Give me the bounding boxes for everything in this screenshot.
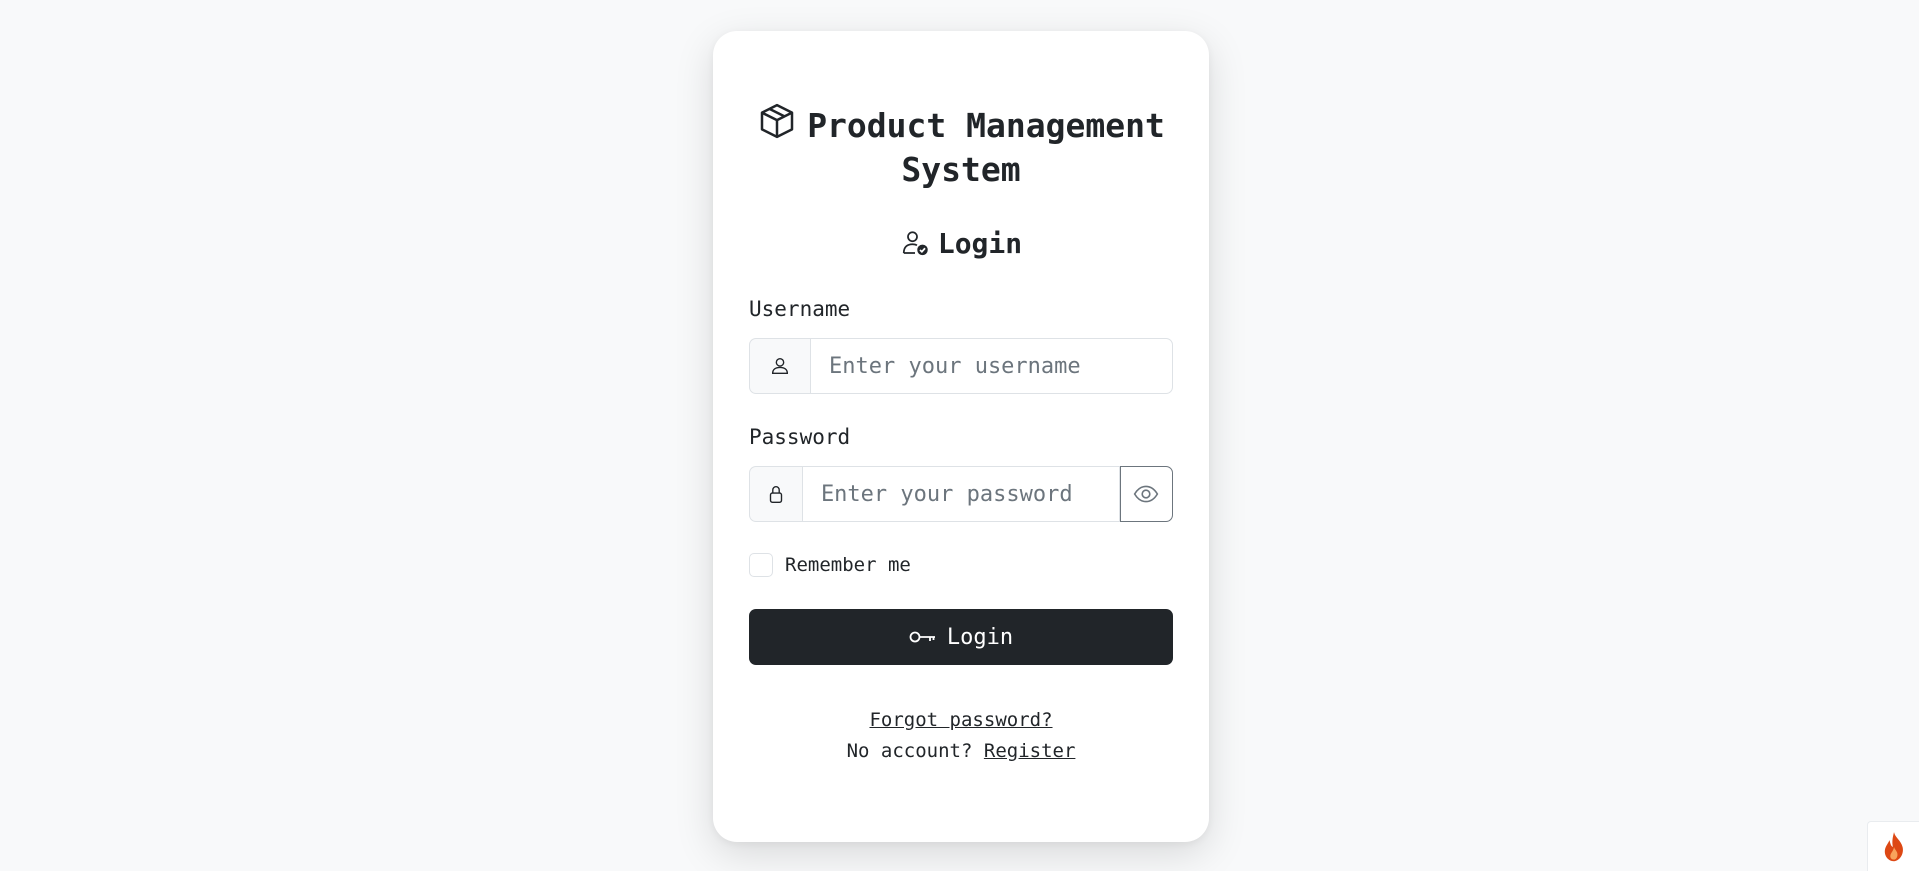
corner-widget[interactable]	[1867, 821, 1919, 871]
app-title-text: Product Management System	[807, 106, 1165, 189]
remember-label[interactable]: Remember me	[785, 554, 911, 576]
form-heading-text: Login	[937, 227, 1023, 260]
auth-links: Forgot password? No account? Register	[749, 705, 1173, 767]
register-link[interactable]: Register	[984, 740, 1076, 762]
remember-row: Remember me	[749, 552, 1173, 578]
flame-icon	[1884, 831, 1903, 861]
eye-icon	[1134, 485, 1159, 503]
login-button-label: Login	[946, 624, 1014, 650]
person-icon	[771, 357, 789, 375]
remember-checkbox[interactable]	[749, 553, 773, 577]
username-input[interactable]	[810, 338, 1173, 394]
username-group	[749, 338, 1173, 394]
username-addon	[749, 338, 810, 394]
key-icon	[909, 631, 935, 643]
password-input[interactable]	[801, 466, 1120, 522]
username-label: Username	[749, 297, 851, 321]
no-account-text: No account?	[846, 740, 973, 762]
password-label: Password	[749, 425, 851, 449]
box-icon	[757, 101, 797, 141]
lock-icon	[769, 486, 783, 503]
person-check-icon	[900, 228, 930, 258]
form-heading: Login	[749, 226, 1173, 262]
login-button[interactable]: Login	[749, 609, 1173, 665]
app-title: Product Management System	[749, 101, 1173, 192]
password-addon	[749, 466, 802, 522]
password-group	[749, 466, 1173, 522]
login-card: Product Management System Login Username…	[713, 31, 1209, 842]
forgot-password-link[interactable]: Forgot password?	[869, 709, 1052, 731]
toggle-password-button[interactable]	[1119, 466, 1173, 522]
